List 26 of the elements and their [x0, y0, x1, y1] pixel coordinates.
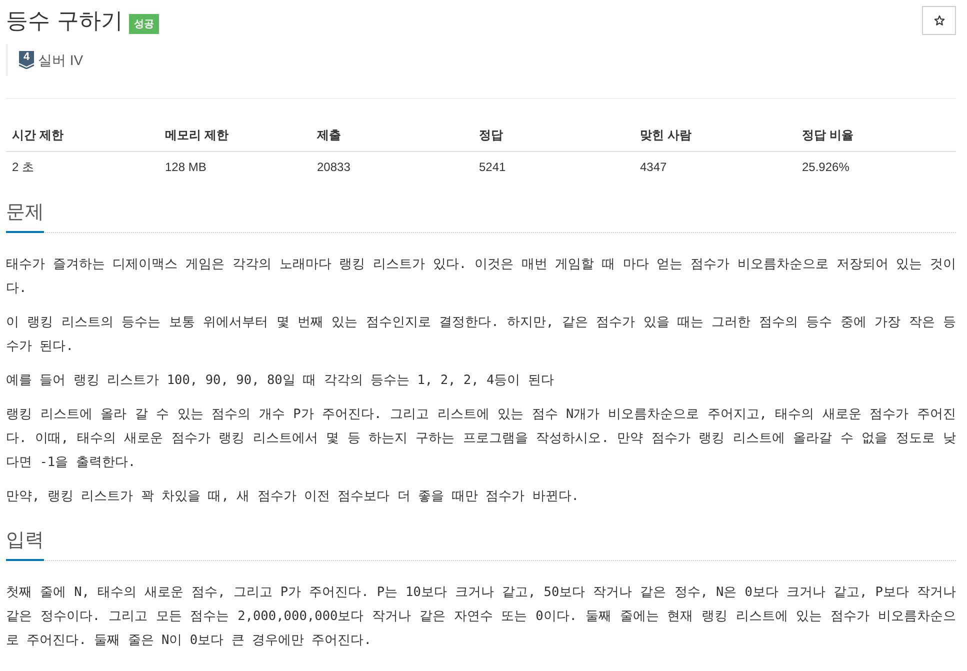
- table-cell-text: 128 MB: [164, 159, 208, 176]
- table-cell-text: 5241: [478, 159, 507, 176]
- paragraph: 첫째 줄에 N, 태수의 새로운 점수, 그리고 P가 주어진다. P는 10보다 크거나 같고, 50보다 작거나 같은 정수, N은 0보다 크거나 같고, P보다 작거나 같은 정수이다. 그리고 모든 점수는 2,000,000,000보다 작거나 같은 자연수 또는 0이다. 둘째 줄에는 현재 랭킹 리스트에 있는 점수가 비오름차순으로 주어진다. 둘째 줄은 N이 0보다 큰 경우에만 주어진다.: [6, 584, 956, 650]
- column-header: 제출: [316, 127, 342, 144]
- table-cell-text: 25.926%: [801, 159, 850, 176]
- tier-badge: 4: [19, 51, 34, 69]
- column-header: 맞힌 사람: [639, 127, 692, 144]
- column-header: 정답 비율: [801, 127, 854, 144]
- star-icon: [934, 15, 944, 26]
- paragraph: 예를 들어 랭킹 리스트가 100, 90, 90, 80일 때 각각의 등수는 1, 2, 2, 4등이 된다: [6, 372, 555, 390]
- column-header: 메모리 제한: [164, 127, 230, 144]
- section-heading: 입력: [6, 527, 44, 561]
- problem-title: 등수 구하기: [6, 8, 123, 36]
- paragraph: 이 랭킹 리스트의 등수는 보통 위에서부터 몇 번째 있는 점수인지로 결정한다. 하지만, 같은 점수가 있을 때는 그러한 점수의 등수 중에 가장 작은 등수가 된다.: [6, 314, 956, 356]
- paragraph: 만약, 랭킹 리스트가 꽉 차있을 때, 새 점수가 이전 점수보다 더 좋을 때만 점수가 바뀐다.: [6, 488, 580, 506]
- table-cell-text: 2 초: [11, 159, 36, 176]
- result-badge: 성공: [129, 14, 159, 34]
- section-heading: 문제: [6, 199, 44, 233]
- paragraph: 태수가 즐겨하는 디제이맥스 게임은 각각의 노래마다 랭킹 리스트가 있다. 이것은 매번 게임할 때 마다 얻는 점수가 비오름차순으로 저장되어 있는 것이다.: [6, 256, 956, 298]
- table-cell-text: 20833: [316, 159, 352, 176]
- paragraph: 랭킹 리스트에 올라 갈 수 있는 점수의 개수 P가 주어진다. 그리고 리스트에 있는 점수 N개가 비오름차순으로 주어지고, 태수의 새로운 점수가 주어진다. 이때, 태수의 새로운 점수가 랭킹 리스트에서 몇 등 하는지 구하는 프로그램을 작성하시오. 만약 점수가 랭킹 리스트에 올라갈 수 없을 정도로 낮다면 -1을 출력한다.: [6, 406, 956, 472]
- table-cell-text: 4347: [639, 159, 668, 176]
- favorite-button[interactable]: [922, 6, 956, 35]
- column-header: 정답: [478, 127, 504, 144]
- column-header: 시간 제한: [11, 127, 64, 144]
- tier-label: 실버 IV: [38, 50, 84, 70]
